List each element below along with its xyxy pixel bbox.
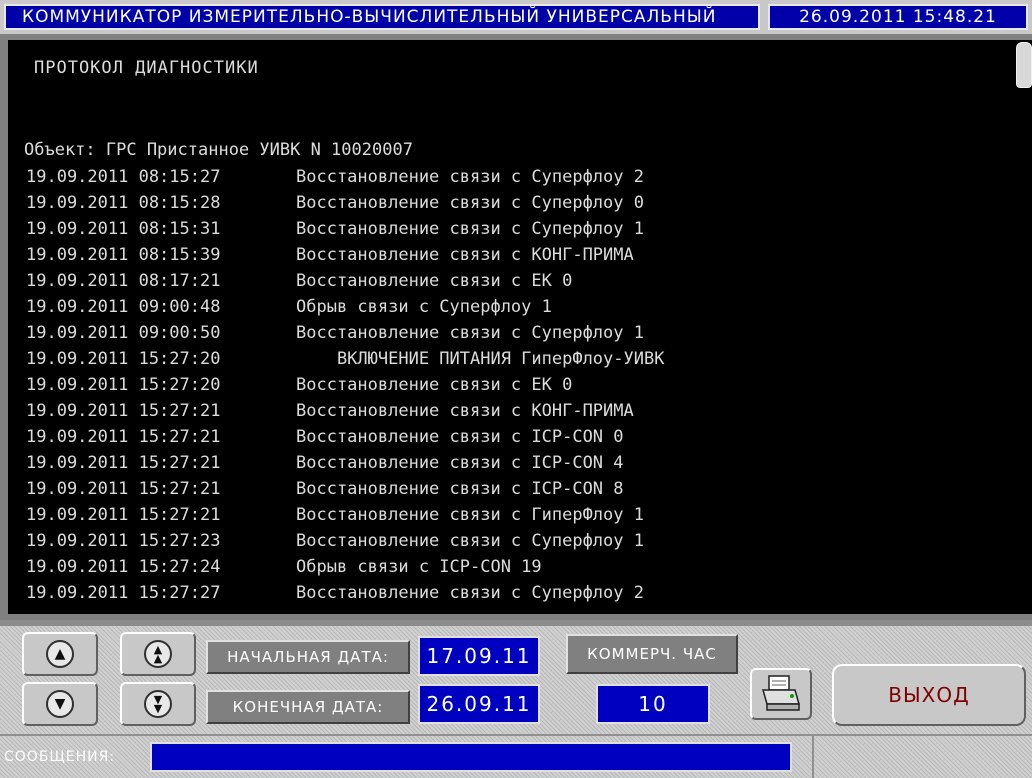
- log-message: Восстановление связи с Суперфлоу 1: [296, 219, 644, 239]
- panel-divider: [0, 620, 1032, 626]
- scroll-down-button[interactable]: ▼: [22, 682, 98, 726]
- log-timestamp: 19.09.2011 08:15:28: [26, 193, 221, 213]
- log-message: Восстановление связи с ГиперФлоу 1: [296, 505, 644, 525]
- log-message: Восстановление связи с Суперфлоу 2: [296, 583, 644, 603]
- messages-field: [150, 742, 792, 772]
- log-message: Обрыв связи с ICP-CON 19: [296, 557, 542, 577]
- log-timestamp: 19.09.2011 08:15:27: [26, 167, 221, 187]
- scrollbar-track[interactable]: [1014, 40, 1032, 614]
- log-message: Восстановление связи с ICP-CON 4: [296, 453, 624, 473]
- printer-icon: [762, 675, 800, 711]
- log-message: Восстановление связи с КОНГ-ПРИМА: [296, 401, 634, 421]
- log-timestamp: 19.09.2011 08:17:21: [26, 271, 221, 291]
- log-list: 19.09.2011 08:15:27 Восстановление связи …: [26, 164, 664, 606]
- log-entry: 19.09.2011 08:15:28 Восстановление связи …: [26, 190, 664, 216]
- up-arrow-icon: ▲: [46, 640, 74, 668]
- log-timestamp: 19.09.2011 15:27:23: [26, 531, 221, 551]
- log-message: Обрыв связи с Суперфлоу 1: [296, 297, 552, 317]
- diagnostic-report: ПРОТОКОЛ ДИАГНОСТИКИ Объект: ГРС Пристан…: [8, 40, 1014, 614]
- commercial-hour-field[interactable]: 10: [596, 684, 710, 724]
- scrollbar-thumb[interactable]: [1016, 42, 1032, 88]
- log-timestamp: 19.09.2011 15:27:20: [26, 349, 221, 369]
- double-down-arrow-icon: ▼ ▼: [144, 690, 172, 718]
- log-entry: 19.09.2011 15:27:20 ВКЛЮЧЕНИЕ ПИТАНИЯ Ги…: [26, 346, 664, 372]
- log-timestamp: 19.09.2011 09:00:48: [26, 297, 221, 317]
- log-entry: 19.09.2011 08:15:31 Восстановление связи …: [26, 216, 664, 242]
- log-timestamp: 19.09.2011 08:15:31: [26, 219, 221, 239]
- log-message: Восстановление связи с ICP-CON 0: [296, 427, 624, 447]
- page-up-button[interactable]: ▲ ▲: [120, 632, 196, 676]
- report-heading: ПРОТОКОЛ ДИАГНОСТИКИ: [34, 58, 259, 78]
- scroll-up-button[interactable]: ▲: [22, 632, 98, 676]
- log-entry: 19.09.2011 15:27:24 Обрыв связи с ICP-CON…: [26, 554, 664, 580]
- exit-button[interactable]: ВЫХОД: [832, 664, 1026, 726]
- start-date-label: НАЧАЛЬНАЯ ДАТА:: [206, 640, 410, 674]
- log-entry: 19.09.2011 08:15:27 Восстановление связи …: [26, 164, 664, 190]
- log-entry: 19.09.2011 15:27:21 Восстановление связи …: [26, 398, 664, 424]
- commercial-hour-label: КОММЕРЧ. ЧАС: [566, 634, 738, 674]
- start-date-field[interactable]: 17.09.11: [418, 636, 540, 676]
- page-down-button[interactable]: ▼ ▼: [120, 682, 196, 726]
- log-message: Восстановление связи с Суперфлоу 1: [296, 323, 644, 343]
- title-bar: КОММУНИКАТОР ИЗМЕРИТЕЛЬНО-ВЫЧИСЛИТЕЛЬНЫЙ…: [0, 0, 1032, 34]
- messages-label: СООБЩЕНИЯ:: [4, 749, 116, 765]
- log-message: Восстановление связи с ЕК 0: [296, 271, 573, 291]
- current-datetime: 26.09.2011 15:48.21: [768, 4, 1028, 30]
- log-entry: 19.09.2011 15:27:21 Восстановление связи …: [26, 424, 664, 450]
- end-date-label: КОНЕЧНАЯ ДАТА:: [206, 690, 410, 724]
- log-message: Восстановление связи с ICP-CON 8: [296, 479, 624, 499]
- app-title: КОММУНИКАТОР ИЗМЕРИТЕЛЬНО-ВЫЧИСЛИТЕЛЬНЫЙ…: [4, 4, 760, 30]
- end-date-field[interactable]: 26.09.11: [418, 684, 540, 724]
- log-entry: 19.09.2011 15:27:23 Восстановление связи …: [26, 528, 664, 554]
- messages-divider: [0, 734, 1032, 736]
- down-arrow-icon: ▼: [46, 690, 74, 718]
- log-message: Восстановление связи с Суперфлоу 1: [296, 531, 644, 551]
- log-timestamp: 19.09.2011 15:27:27: [26, 583, 221, 603]
- log-message: Восстановление связи с ЕК 0: [296, 375, 573, 395]
- log-timestamp: 19.09.2011 15:27:24: [26, 557, 221, 577]
- log-entry: 19.09.2011 08:15:39 Восстановление связи …: [26, 242, 664, 268]
- log-entry: 19.09.2011 15:27:21 Восстановление связи …: [26, 450, 664, 476]
- status-separator: [812, 736, 814, 778]
- double-up-arrow-icon: ▲ ▲: [144, 640, 172, 668]
- log-timestamp: 19.09.2011 08:15:39: [26, 245, 221, 265]
- log-entry: 19.09.2011 15:27:21 Восстановление связи …: [26, 476, 664, 502]
- log-entry: 19.09.2011 15:27:20 Восстановление связи …: [26, 372, 664, 398]
- log-timestamp: 19.09.2011 15:27:21: [26, 401, 221, 421]
- log-entry: 19.09.2011 09:00:50 Восстановление связи …: [26, 320, 664, 346]
- log-message: Восстановление связи с КОНГ-ПРИМА: [296, 245, 634, 265]
- log-timestamp: 19.09.2011 15:27:21: [26, 427, 221, 447]
- log-timestamp: 19.09.2011 15:27:21: [26, 505, 221, 525]
- log-timestamp: 19.09.2011 15:27:21: [26, 453, 221, 473]
- log-timestamp: 19.09.2011 15:27:21: [26, 479, 221, 499]
- log-message: Восстановление связи с Суперфлоу 0: [296, 193, 644, 213]
- log-entry: 19.09.2011 08:17:21 Восстановление связи …: [26, 268, 664, 294]
- log-timestamp: 19.09.2011 15:27:20: [26, 375, 221, 395]
- log-message: Восстановление связи с Суперфлоу 2: [296, 167, 644, 187]
- log-entry: 19.09.2011 15:27:27 Восстановление связи …: [26, 580, 664, 606]
- log-entry: 19.09.2011 09:00:48 Обрыв связи с Суперфл…: [26, 294, 664, 320]
- log-message: ВКЛЮЧЕНИЕ ПИТАНИЯ ГиперФлоу-УИВК: [296, 349, 665, 369]
- log-timestamp: 19.09.2011 09:00:50: [26, 323, 221, 343]
- print-button[interactable]: [750, 668, 812, 720]
- log-entry: 19.09.2011 15:27:21 Восстановление связи …: [26, 502, 664, 528]
- report-object-line: Объект: ГРС Пристанное УИВК N 10020007: [24, 140, 413, 160]
